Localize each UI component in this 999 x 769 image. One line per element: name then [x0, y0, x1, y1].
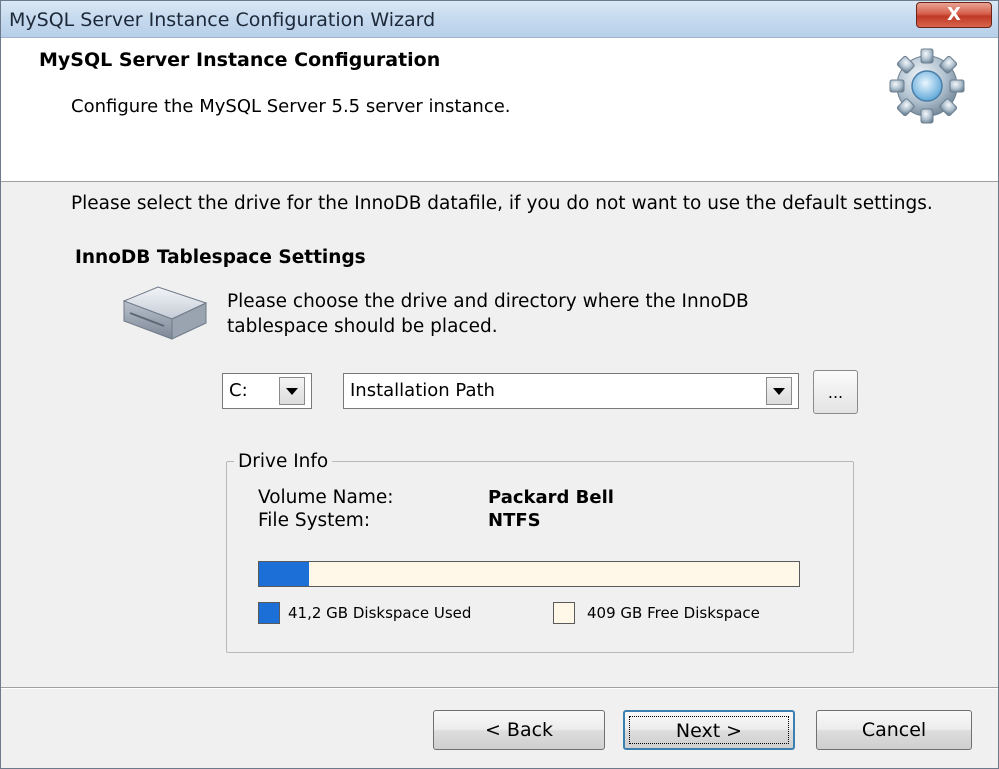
wizard-window: MySQL Server Instance Configuration Wiza… — [0, 0, 999, 769]
page-subtitle: Configure the MySQL Server 5.5 server in… — [71, 96, 511, 117]
footer-divider-highlight — [1, 688, 998, 689]
title-bar[interactable]: MySQL Server Instance Configuration Wiza… — [1, 1, 998, 38]
instruction-text: Please select the drive for the InnoDB d… — [71, 193, 933, 214]
drive-select-value: C: — [229, 380, 248, 401]
used-space-label: 41,2 GB Diskspace Used — [288, 604, 472, 622]
volume-name-value: Packard Bell — [488, 487, 614, 508]
free-space-swatch — [553, 602, 575, 624]
volume-name-label: Volume Name: — [258, 487, 394, 508]
chevron-down-icon[interactable] — [279, 377, 305, 405]
chevron-down-icon[interactable] — [766, 377, 792, 405]
close-icon: X — [947, 4, 961, 25]
page-title: MySQL Server Instance Configuration — [39, 49, 441, 71]
hard-drive-icon — [118, 279, 210, 347]
drive-info-legend: Drive Info — [234, 451, 333, 472]
next-button[interactable]: Next > — [623, 710, 795, 750]
used-space-swatch — [258, 602, 280, 624]
drive-select[interactable]: C: — [222, 373, 312, 409]
browse-label: ... — [827, 383, 844, 402]
disk-usage-fill — [259, 562, 309, 586]
choose-location-text: Please choose the drive and directory wh… — [227, 291, 749, 337]
path-select-value: Installation Path — [350, 380, 495, 401]
close-button[interactable]: X — [916, 2, 992, 28]
browse-button[interactable]: ... — [813, 370, 858, 414]
gear-icon — [886, 45, 968, 127]
disk-usage-bar — [258, 561, 800, 587]
cancel-button[interactable]: Cancel — [816, 710, 972, 750]
path-select[interactable]: Installation Path — [343, 373, 799, 409]
cancel-button-label: Cancel — [861, 719, 927, 741]
back-button[interactable]: < Back — [433, 710, 605, 750]
file-system-value: NTFS — [488, 510, 541, 531]
section-title: InnoDB Tablespace Settings — [75, 247, 366, 268]
back-button-label: < Back — [484, 719, 554, 741]
next-button-label: Next > — [675, 720, 743, 742]
free-space-label: 409 GB Free Diskspace — [587, 604, 760, 622]
window-title: MySQL Server Instance Configuration Wiza… — [9, 9, 436, 31]
file-system-label: File System: — [258, 510, 371, 531]
